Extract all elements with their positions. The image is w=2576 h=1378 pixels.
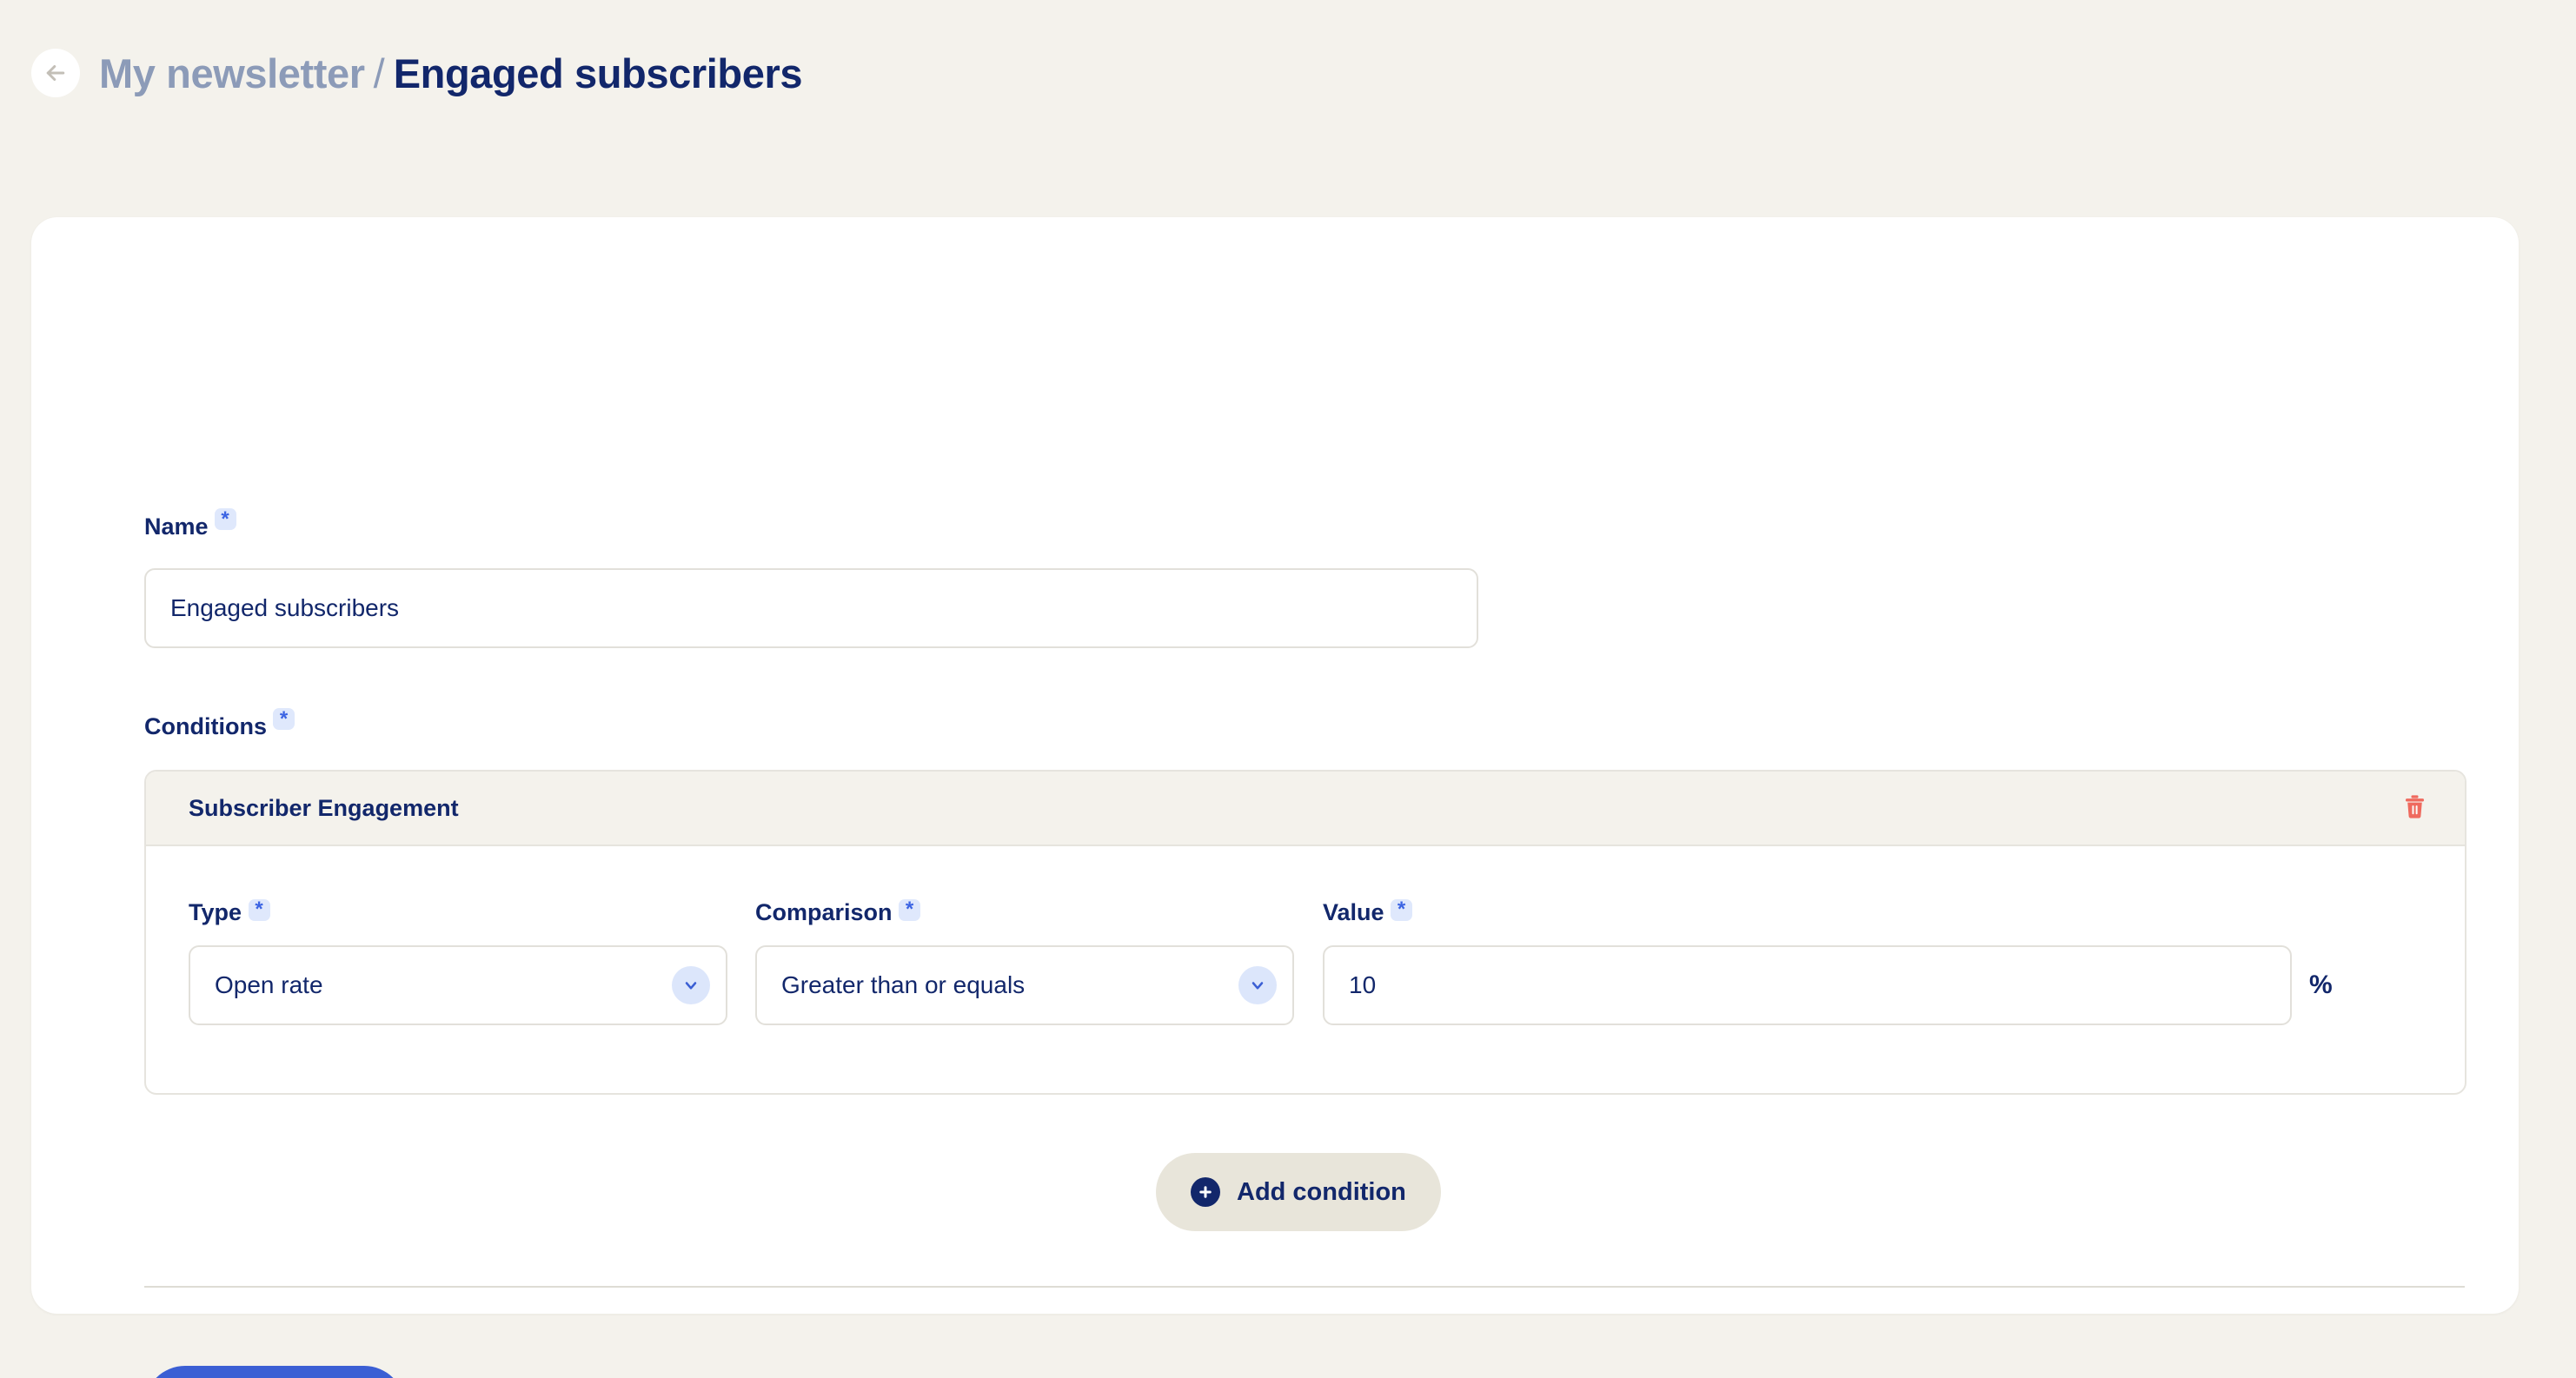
- type-field: Type * Open rate: [189, 898, 727, 1026]
- comparison-label: Comparison: [755, 899, 893, 925]
- page-header: My newsletter / Engaged subscribers: [31, 40, 802, 106]
- delete-condition-button[interactable]: [2395, 789, 2433, 827]
- arrow-left-icon: [43, 60, 69, 86]
- type-select-value: Open rate: [215, 971, 323, 999]
- add-condition-label: Add condition: [1237, 1177, 1406, 1206]
- segment-form-card: Name * Conditions * Subscriber Engagemen…: [31, 217, 2519, 1378]
- value-field: Value * %: [1323, 898, 2425, 1026]
- conditions-label-group: Conditions *: [144, 708, 295, 740]
- comparison-select[interactable]: Greater than or equals: [755, 945, 1294, 1026]
- name-input[interactable]: [144, 568, 1478, 648]
- comparison-select-value: Greater than or equals: [781, 971, 1026, 999]
- back-button[interactable]: [31, 49, 80, 97]
- condition-card: Subscriber Engagement Type * Open rate C…: [144, 770, 2466, 1095]
- type-select[interactable]: Open rate: [189, 945, 727, 1026]
- name-label: Name: [144, 513, 209, 540]
- page-title: Engaged subscribers: [393, 50, 803, 96]
- value-label: Value: [1323, 899, 1384, 925]
- breadcrumb-parent-link[interactable]: My newsletter: [99, 53, 365, 94]
- conditions-label: Conditions: [144, 713, 267, 739]
- percent-suffix: %: [2309, 971, 2333, 1000]
- value-input-row: %: [1323, 945, 2425, 1026]
- type-label: Type: [189, 899, 242, 925]
- name-label-group: Name *: [144, 508, 236, 540]
- value-input[interactable]: [1323, 945, 2292, 1026]
- type-label-group: Type *: [189, 898, 727, 926]
- required-asterisk: *: [214, 508, 236, 530]
- required-asterisk: *: [899, 898, 921, 921]
- save-segment-button[interactable]: Save segment: [144, 1366, 405, 1378]
- required-asterisk: *: [248, 898, 270, 921]
- value-label-group: Value *: [1323, 898, 2425, 926]
- breadcrumb-separator: /: [373, 50, 385, 96]
- required-asterisk: *: [272, 708, 295, 730]
- trash-icon: [2403, 794, 2427, 822]
- required-asterisk: *: [1391, 898, 1413, 921]
- comparison-label-group: Comparison *: [755, 898, 1294, 926]
- condition-title: Subscriber Engagement: [189, 794, 459, 821]
- chevron-down-icon: [1238, 966, 1277, 1005]
- chevron-down-icon: [672, 966, 710, 1005]
- add-condition-button[interactable]: Add condition: [1156, 1153, 1441, 1231]
- comparison-field: Comparison * Greater than or equals: [755, 898, 1294, 1026]
- plus-circle-icon: [1191, 1177, 1220, 1207]
- breadcrumb: My newsletter / Engaged subscribers: [99, 53, 802, 94]
- form-divider: [144, 1286, 2465, 1288]
- segment-editor-page: My newsletter / Engaged subscribers Name…: [0, 0, 2576, 1378]
- condition-card-body: Type * Open rate Comparison * Greater th…: [146, 846, 2465, 1093]
- condition-card-header: Subscriber Engagement: [146, 772, 2465, 846]
